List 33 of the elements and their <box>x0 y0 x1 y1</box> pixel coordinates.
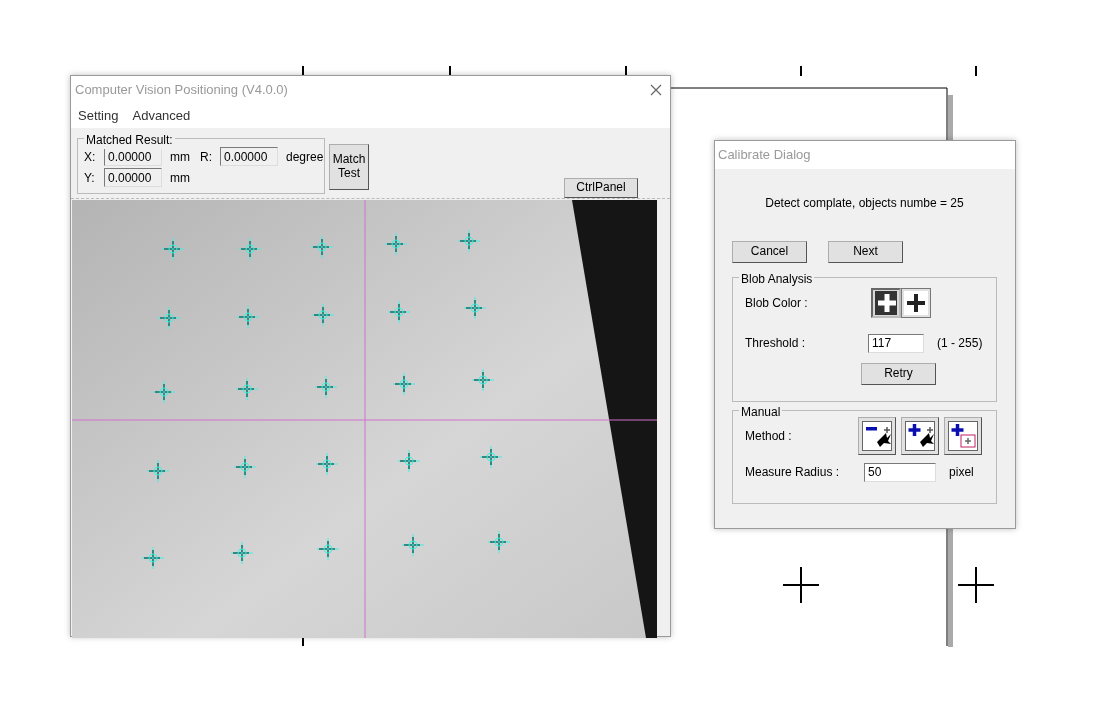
menu-item[interactable]: Setting <box>78 105 119 125</box>
unit-label: mm <box>169 169 191 187</box>
field-label: Method : <box>745 427 792 445</box>
dialog-title: Calibrate Dialog <box>718 146 811 164</box>
field-label: Threshold : <box>745 335 806 352</box>
field-label: Blob Color : <box>745 294 808 312</box>
field-label: R: <box>200 148 213 166</box>
match-test-button[interactable]: Match Test <box>329 144 369 190</box>
cancel-button[interactable]: Cancel <box>732 240 807 263</box>
retry-button[interactable]: Retry <box>861 362 936 385</box>
ctrl-panel-button[interactable]: CtrlPanel <box>564 178 638 198</box>
minus-cursor-icon-button[interactable] <box>857 416 896 455</box>
field-label: X: <box>84 148 97 166</box>
unit-label: pixel <box>949 464 974 481</box>
value-field[interactable]: 0.00000 <box>104 147 162 166</box>
close-icon[interactable] <box>650 83 662 96</box>
plus-cursor-icon-button[interactable] <box>900 416 939 455</box>
value-field[interactable]: 0.00000 <box>220 147 278 166</box>
field-label: Measure Radius : <box>745 464 840 481</box>
status-message: Detect complate, objects numbe = 25 <box>764 194 965 212</box>
threshold-field[interactable]: 117 <box>868 333 925 353</box>
value-field[interactable]: 0.00000 <box>104 168 162 187</box>
next-button[interactable]: Next <box>828 240 903 263</box>
radius-field[interactable]: 50 <box>864 462 937 482</box>
menu-item[interactable]: Advanced <box>132 105 191 125</box>
window-title: Computer Vision Positioning (V4.0.0) <box>75 81 288 99</box>
plus-toggle[interactable] <box>900 287 931 318</box>
unit-label: mm <box>169 148 191 166</box>
unit-label: degree <box>285 148 324 166</box>
range-label: (1 - 255) <box>937 335 983 352</box>
filled-plus-toggle[interactable] <box>870 287 901 318</box>
plus-box-icon-button[interactable] <box>943 416 982 455</box>
field-label: Y: <box>84 169 96 187</box>
